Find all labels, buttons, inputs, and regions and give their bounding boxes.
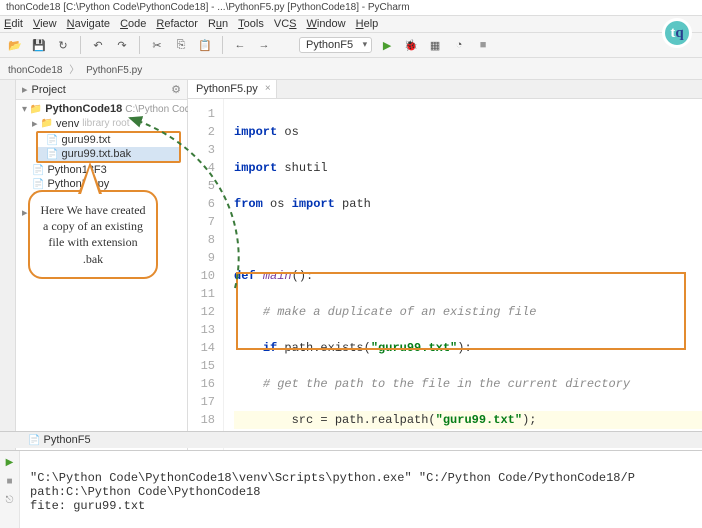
file-icon: 📄 bbox=[46, 135, 58, 146]
tree-root[interactable]: ▾ 📁 PythonCode18 C:\Python Code\Pyt bbox=[16, 102, 187, 116]
tree-label: venv bbox=[56, 118, 79, 130]
stop-icon[interactable]: ■ bbox=[474, 36, 492, 54]
python-file-icon: 📄 bbox=[32, 179, 44, 190]
run-toolbar: ▶ ■ ⎋ bbox=[0, 451, 20, 528]
window-title: thonCode18 [C:\Python Code\PythonCode18]… bbox=[0, 0, 702, 16]
menu-navigate[interactable]: Navigate bbox=[67, 18, 110, 30]
code-content[interactable]: import os import shutil from os import p… bbox=[224, 99, 702, 450]
open-icon[interactable]: 📂 bbox=[6, 36, 24, 54]
menu-run[interactable]: Run bbox=[208, 18, 228, 30]
tree-item-guru99-txt[interactable]: 📄 guru99.txt bbox=[38, 133, 179, 147]
back-icon[interactable]: ← bbox=[231, 36, 249, 54]
redo-icon[interactable]: ↷ bbox=[113, 36, 131, 54]
tree-item-venv[interactable]: ▸ 📁 venv library root bbox=[16, 116, 187, 131]
pin-icon[interactable]: ⎋ bbox=[6, 495, 14, 506]
menu-code[interactable]: Code bbox=[120, 18, 146, 30]
tree-hint: library root bbox=[82, 118, 129, 129]
run-icon[interactable]: ▶ bbox=[378, 36, 396, 54]
editor-area: PythonF5.py 1234567891011121314151617181… bbox=[188, 80, 702, 450]
run-config-select[interactable]: PythonF5 bbox=[299, 37, 372, 53]
copy-icon[interactable]: ⎘ bbox=[172, 36, 190, 54]
run-tool-tab[interactable]: 📄 PythonF5 bbox=[0, 431, 702, 448]
project-header[interactable]: ▸ Project ⚙ bbox=[16, 80, 187, 100]
output-line-1: path:C:\Python Code\PythonCode18 bbox=[30, 485, 260, 499]
run-tab-label: PythonF5 bbox=[44, 434, 91, 446]
breadcrumb: thonCode18 〉 PythonF5.py bbox=[0, 58, 702, 80]
run-tool-window: ▶ ■ ⎋ "C:\Python Code\PythonCode18\venv\… bbox=[0, 450, 702, 528]
file-icon: 📄 bbox=[46, 149, 58, 160]
chevron-right-icon: ▸ bbox=[22, 206, 28, 219]
tree-root-label: PythonCode18 bbox=[45, 103, 122, 115]
menu-view[interactable]: View bbox=[33, 18, 57, 30]
stop-icon[interactable]: ■ bbox=[6, 476, 12, 487]
output-line-0: "C:\Python Code\PythonCode18\venv\Script… bbox=[30, 471, 635, 485]
project-settings-icon[interactable]: ⚙ bbox=[171, 83, 181, 96]
menu-tools[interactable]: Tools bbox=[238, 18, 264, 30]
code-body[interactable]: 12345678910111213141516171819 import os … bbox=[188, 99, 702, 450]
tree-label: guru99.txt bbox=[61, 134, 110, 146]
folder-icon: ▾ 📁 bbox=[22, 104, 42, 115]
annotation-bubble: Here We have created a copy of an existi… bbox=[28, 190, 158, 279]
tab-label: PythonF5.py bbox=[196, 83, 258, 95]
tree-item-guru99-bak[interactable]: 📄 guru99.txt.bak bbox=[38, 147, 179, 161]
menu-edit[interactable]: Edit bbox=[4, 18, 23, 30]
bubble-text: Here We have created a copy of an existi… bbox=[40, 203, 145, 266]
chevron-right-icon: ▸ bbox=[32, 117, 38, 130]
project-header-label: Project bbox=[32, 84, 66, 96]
console-output[interactable]: "C:\Python Code\PythonCode18\venv\Script… bbox=[20, 451, 702, 528]
main-menu: Edit View Navigate Code Refactor Run Too… bbox=[0, 16, 702, 33]
toolbar: 📂 💾 ↻ ↶ ↷ ✂ ⎘ 📋 ← → PythonF5 ▶ 🐞 ▦ ◔ ■ bbox=[0, 33, 702, 58]
menu-window[interactable]: Window bbox=[306, 18, 345, 30]
paste-icon[interactable]: 📋 bbox=[196, 36, 214, 54]
python-file-icon: 📄 bbox=[28, 435, 40, 446]
menu-refactor[interactable]: Refactor bbox=[156, 18, 198, 30]
project-collapse-icon[interactable]: ▸ bbox=[22, 83, 28, 96]
breadcrumb-root[interactable]: thonCode18 bbox=[8, 65, 63, 76]
undo-icon[interactable]: ↶ bbox=[89, 36, 107, 54]
breadcrumb-file[interactable]: PythonF5.py bbox=[86, 65, 142, 76]
sync-icon[interactable]: ↻ bbox=[54, 36, 72, 54]
output-line-2: fite: guru99.txt bbox=[30, 499, 145, 513]
editor-tabs: PythonF5.py bbox=[188, 80, 702, 99]
tq-logo: tq bbox=[662, 18, 692, 48]
badge-q: q bbox=[675, 25, 683, 42]
left-gutter-strip bbox=[0, 80, 16, 450]
forward-icon[interactable]: → bbox=[255, 36, 273, 54]
coverage-icon[interactable]: ▦ bbox=[426, 36, 444, 54]
menu-help[interactable]: Help bbox=[356, 18, 379, 30]
editor-tab-pythonf5[interactable]: PythonF5.py bbox=[188, 80, 277, 98]
python-file-icon: 📄 bbox=[32, 165, 44, 176]
line-gutter: 12345678910111213141516171819 bbox=[188, 99, 224, 450]
save-icon[interactable]: 💾 bbox=[30, 36, 48, 54]
folder-icon: 📁 bbox=[41, 118, 53, 129]
rerun-icon[interactable]: ▶ bbox=[6, 457, 14, 468]
profile-icon[interactable]: ◔ bbox=[450, 36, 468, 54]
debug-icon[interactable]: 🐞 bbox=[402, 36, 420, 54]
cut-icon[interactable]: ✂ bbox=[148, 36, 166, 54]
tree-label: guru99.txt.bak bbox=[61, 148, 131, 160]
menu-vcs[interactable]: VCS bbox=[274, 18, 297, 30]
